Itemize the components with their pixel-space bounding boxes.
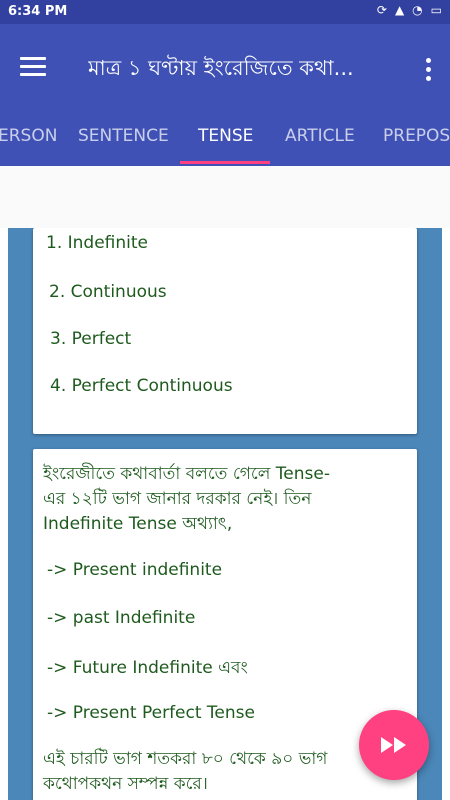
list-item: 1. Indefinite — [46, 233, 148, 253]
fast-forward-icon — [381, 737, 406, 753]
tab-article[interactable]: ARTICLE — [285, 126, 355, 146]
outro-line: এই চারটি ভাগ শতকরা ৮০ থেকে ৯০ ভাগ — [43, 749, 328, 769]
rotation-icon: ⟳ — [376, 3, 387, 17]
tab-person[interactable]: ERSON — [0, 126, 57, 146]
intro-line: ইংরেজীতে কথাবার্তা বলতে গেলে Tense- — [43, 464, 330, 484]
list-item: 4. Perfect Continuous — [50, 376, 233, 396]
tab-preposition[interactable]: PREPOS — [383, 126, 450, 146]
list-item: -> past Indefinite — [47, 608, 196, 628]
ad-banner — [0, 166, 450, 229]
status-time: 6:34 PM — [8, 4, 68, 19]
tab-bar: ERSON SENTENCE TENSE ARTICLE PREPOS — [0, 114, 450, 166]
app-title: মাত্র ১ ঘণ্টায় ইংরেজিতে কথা... — [88, 56, 354, 80]
intro-line: Indefinite Tense অথ্যাৎ, — [43, 514, 233, 534]
status-icons: ⟳ ▲ ◔ ▭ — [377, 3, 442, 17]
tab-tense[interactable]: TENSE — [198, 126, 253, 146]
list-item: -> Future Indefinite এবং — [47, 658, 248, 678]
wifi-icon: ◔ — [412, 3, 423, 17]
status-bar: 6:34 PM ⟳ ▲ ◔ ▭ — [0, 0, 450, 24]
list-item: 2. Continuous — [49, 282, 167, 302]
list-item: -> Present indefinite — [47, 560, 223, 580]
tense-types-card: 1. Indefinite 2. Continuous 3. Perfect 4… — [33, 228, 417, 434]
next-fab-button[interactable] — [359, 710, 429, 780]
menu-icon[interactable] — [20, 57, 46, 77]
tab-sentence[interactable]: SENTENCE — [78, 126, 169, 146]
outro-line: কথোপকথন সম্পন্ন করে। — [43, 774, 208, 794]
tab-indicator — [180, 161, 270, 164]
app-bar: মাত্র ১ ঘণ্টায় ইংরেজিতে কথা... — [0, 24, 450, 114]
battery-icon: ▭ — [430, 3, 442, 17]
intro-line: এর ১২টি ভাগ জানার দরকার নেই। তিন — [43, 489, 312, 509]
signal-icon: ▲ — [394, 3, 405, 17]
list-item: -> Present Perfect Tense — [47, 703, 255, 723]
list-item: 3. Perfect — [50, 329, 132, 349]
more-vert-icon[interactable] — [426, 58, 432, 85]
